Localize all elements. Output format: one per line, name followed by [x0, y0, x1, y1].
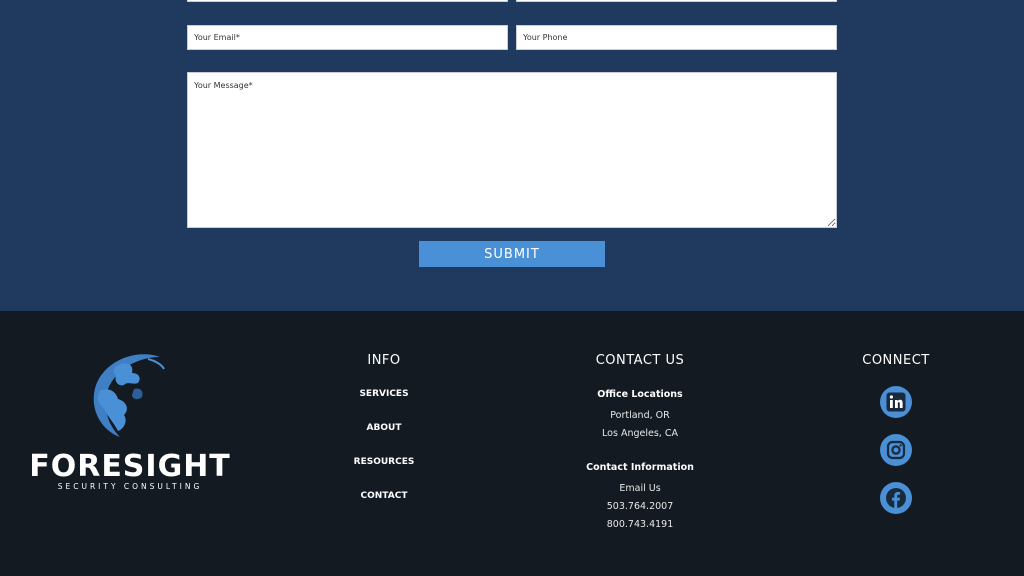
facebook-icon[interactable] — [880, 482, 912, 514]
email-us-link[interactable]: Email Us — [619, 483, 660, 494]
office-locations-heading: Office Locations — [597, 389, 683, 400]
contact-link[interactable]: CONTACT — [361, 491, 408, 501]
info-heading: INFO — [367, 353, 401, 368]
company-field[interactable] — [516, 0, 837, 2]
logo-wordmark: FORESIGHT — [29, 449, 231, 484]
phone-field[interactable] — [516, 25, 837, 50]
instagram-glyph — [886, 440, 906, 460]
facebook-glyph — [886, 488, 906, 508]
instagram-icon[interactable] — [880, 434, 912, 466]
contact-heading: CONTACT US — [595, 353, 685, 368]
services-link[interactable]: SERVICES — [359, 389, 408, 399]
linkedin-icon[interactable] — [880, 386, 912, 418]
logo-tagline: SECURITY CONSULTING — [57, 482, 203, 491]
name-field[interactable] — [187, 0, 508, 2]
site-footer: FORESIGHT SECURITY CONSULTING INFO SERVI… — [0, 311, 1024, 576]
globe-icon — [93, 354, 165, 437]
about-link[interactable]: ABOUT — [367, 423, 402, 433]
office-location: Los Angeles, CA — [602, 428, 678, 439]
contact-information-heading: Contact Information — [586, 462, 694, 473]
phone-link-2[interactable]: 800.743.4191 — [607, 519, 673, 530]
connect-heading: CONNECT — [862, 353, 930, 368]
contact-form-section: SUBMIT — [0, 0, 1024, 311]
resources-link[interactable]: RESOURCES — [354, 457, 415, 467]
submit-button[interactable]: SUBMIT — [419, 241, 605, 267]
message-field[interactable] — [187, 72, 837, 228]
office-location: Portland, OR — [610, 410, 670, 421]
phone-link-1[interactable]: 503.764.2007 — [607, 501, 673, 512]
email-field[interactable] — [187, 25, 508, 50]
foresight-logo[interactable]: FORESIGHT SECURITY CONSULTING — [20, 351, 240, 501]
linkedin-glyph — [886, 392, 906, 412]
